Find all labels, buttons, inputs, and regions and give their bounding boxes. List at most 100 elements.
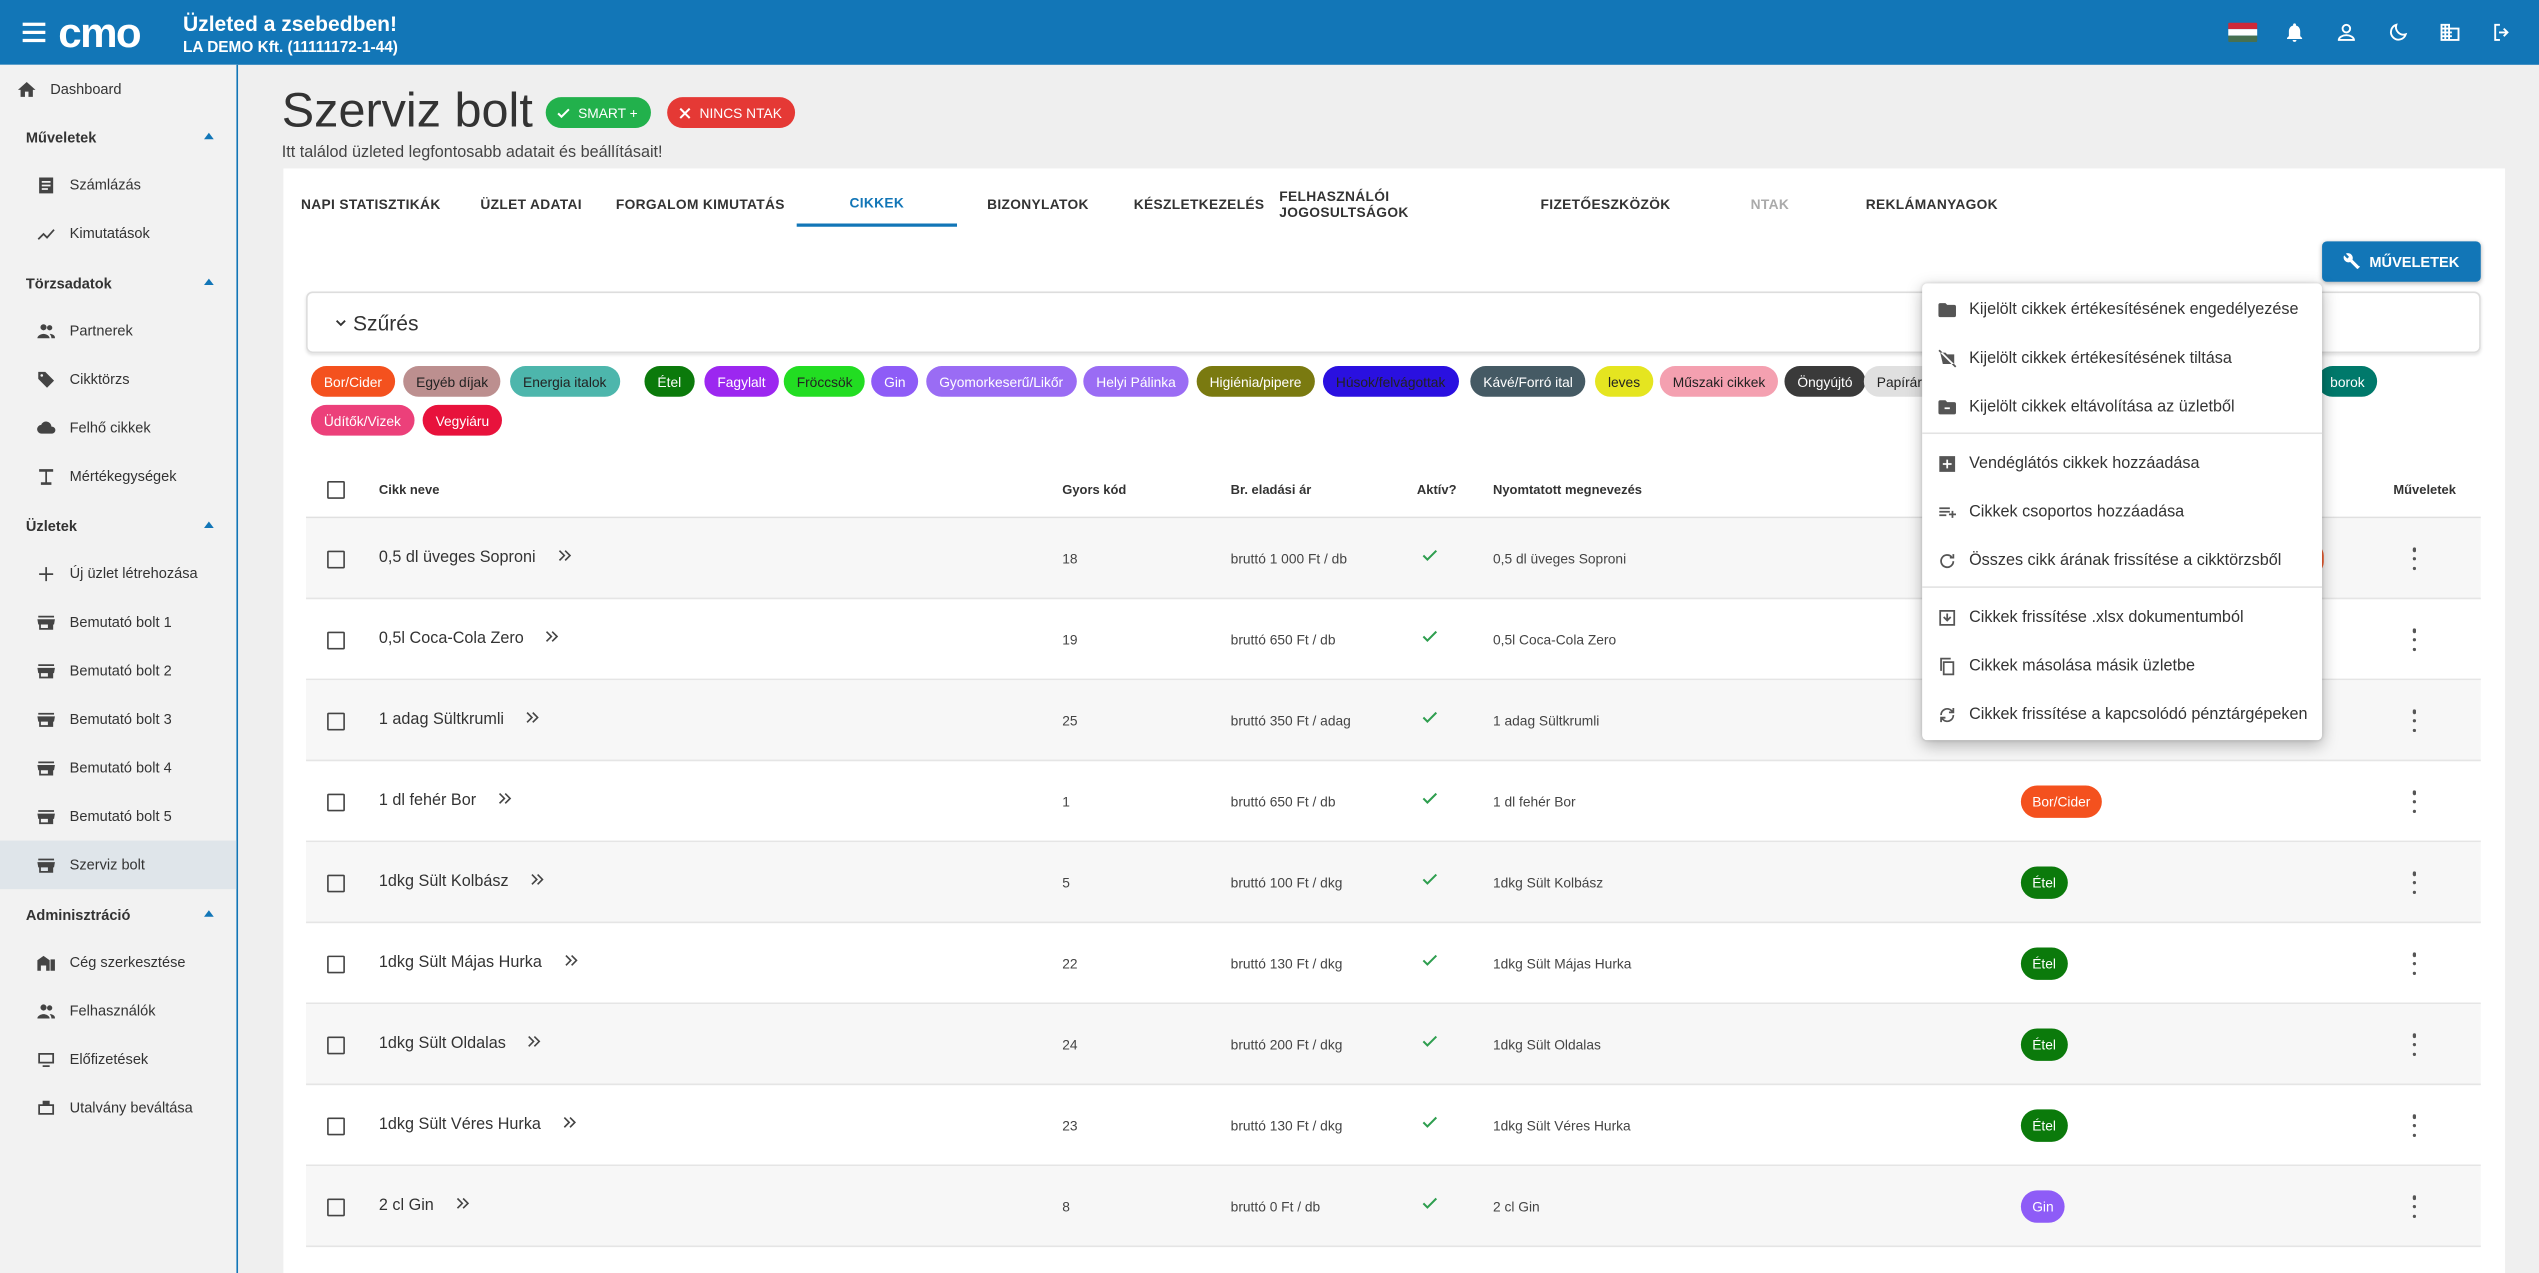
category-chip[interactable]: Húsok/felvágottak: [1322, 366, 1459, 397]
table-row[interactable]: 1dkg Sült Májas Hurka 22 bruttó 130 Ft / d…: [306, 923, 2481, 1005]
more-vert-icon[interactable]: [2411, 1114, 2417, 1137]
more-vert-icon[interactable]: [2411, 871, 2417, 895]
tab-7[interactable]: FIZETŐESZKÖZÖK: [1514, 181, 1697, 226]
tab-1[interactable]: ÜZLET ADATAI: [458, 181, 604, 226]
sidebar-item-3-3[interactable]: Utalvány beváltása: [0, 1084, 236, 1133]
dark-mode-icon[interactable]: [2384, 18, 2413, 47]
row-checkbox[interactable]: [327, 712, 345, 731]
sidebar-item-2-6[interactable]: Szerviz bolt: [0, 840, 237, 890]
expand-double-chevron-icon[interactable]: [562, 951, 581, 974]
category-chip[interactable]: Gyomorkeserű/Likőr: [926, 366, 1077, 397]
bell-icon[interactable]: [2280, 18, 2309, 47]
category-chip[interactable]: Étel: [644, 366, 695, 397]
category-chip[interactable]: Kávé/Forró ital: [1470, 366, 1586, 397]
sidebar-item-1-1[interactable]: Cikktörzs: [0, 355, 236, 404]
expand-double-chevron-icon[interactable]: [560, 1113, 579, 1136]
row-checkbox[interactable]: [327, 1036, 345, 1055]
building-icon[interactable]: [2435, 18, 2464, 47]
category-chip[interactable]: Üdítők/Vizek: [310, 404, 414, 436]
row-checkbox[interactable]: [327, 955, 345, 974]
sidebar-item-2-1[interactable]: Bemutató bolt 1: [0, 598, 236, 647]
category-chip[interactable]: Fagylalt: [704, 366, 779, 397]
row-checkbox[interactable]: [327, 631, 345, 650]
more-vert-icon[interactable]: [2411, 790, 2417, 814]
expand-double-chevron-icon[interactable]: [528, 870, 547, 893]
col-header-price[interactable]: Br. eladási ár: [1231, 483, 1312, 498]
sidebar-item-3-0[interactable]: Cég szerkesztése: [0, 938, 236, 987]
category-chip[interactable]: Helyi Pálinka: [1083, 366, 1189, 397]
sidebar-item-dashboard[interactable]: Dashboard: [0, 65, 236, 114]
table-row[interactable]: 1dkg Sült Kolbász 5 bruttó 100 Ft / dkg 1dk…: [306, 842, 2481, 924]
sidebar-item-1-2[interactable]: Felhő cikkek: [0, 403, 236, 452]
category-chip[interactable]: Bor/Cider: [310, 366, 395, 397]
sidebar-item-0-1[interactable]: Kimutatások: [0, 209, 236, 258]
menu-item-7[interactable]: Cikkek másolása másik üzletbe: [1922, 641, 2322, 690]
category-chip[interactable]: Öngyújtó: [1784, 366, 1866, 397]
tab-6[interactable]: FELHASZNÁLÓI JOGOSULTSÁGOK: [1279, 181, 1514, 226]
sidebar-item-2-4[interactable]: Bemutató bolt 4: [0, 743, 236, 792]
expand-double-chevron-icon[interactable]: [523, 708, 542, 731]
more-vert-icon[interactable]: [2411, 628, 2417, 652]
cmo-logo[interactable]: cmo: [58, 10, 141, 55]
sidebar-item-1-3[interactable]: Mértékegységek: [0, 452, 236, 501]
sidebar-section-0[interactable]: Műveletek: [26, 130, 214, 146]
category-chip[interactable]: Egyéb díjak: [403, 366, 502, 397]
tab-9[interactable]: REKLÁMANYAGOK: [1843, 181, 2021, 226]
expand-double-chevron-icon[interactable]: [542, 627, 561, 650]
tab-0[interactable]: NAPI STATISZTIKÁK: [283, 181, 458, 226]
row-checkbox[interactable]: [327, 1198, 345, 1217]
tab-5[interactable]: KÉSZLETKEZELÉS: [1119, 181, 1279, 226]
category-chip[interactable]: Higiénia/pipere: [1196, 366, 1315, 397]
menu-item-8[interactable]: Cikkek frissítése a kapcsolódó pénztárgé…: [1922, 690, 2322, 739]
language-flag-icon[interactable]: [2228, 18, 2258, 47]
menu-item-1[interactable]: Kijelölt cikkek értékesítésének tiltása: [1922, 334, 2322, 383]
menu-item-5[interactable]: Összes cikk árának frissítése a cikktörz…: [1922, 536, 2322, 585]
category-chip[interactable]: Energia italok: [510, 366, 620, 397]
sidebar-item-1-0[interactable]: Partnerek: [0, 306, 236, 355]
logout-icon[interactable]: [2487, 18, 2516, 47]
table-row[interactable]: 1dkg Sült Oldalas 24 bruttó 200 Ft / dkg 1d…: [306, 1004, 2481, 1086]
tab-3[interactable]: CIKKEK: [796, 181, 958, 227]
sidebar-item-0-0[interactable]: Számlázás: [0, 160, 236, 209]
expand-double-chevron-icon[interactable]: [496, 789, 515, 812]
expand-double-chevron-icon[interactable]: [555, 546, 574, 569]
sidebar-item-3-1[interactable]: Felhasználók: [0, 986, 236, 1035]
expand-double-chevron-icon[interactable]: [453, 1194, 472, 1217]
more-vert-icon[interactable]: [2411, 1195, 2417, 1218]
row-checkbox[interactable]: [327, 874, 345, 893]
account-icon[interactable]: [2332, 18, 2361, 47]
expand-double-chevron-icon[interactable]: [525, 1032, 544, 1055]
table-row[interactable]: 1dkg Sült Véres Hurka 23 bruttó 130 Ft / d…: [306, 1085, 2481, 1167]
filter-toggle[interactable]: Szűrés: [334, 311, 419, 335]
more-vert-icon[interactable]: [2411, 709, 2417, 733]
menu-item-6[interactable]: Cikkek frissítése .xlsx dokumentumból: [1922, 593, 2322, 642]
sidebar-item-2-2[interactable]: Bemutató bolt 2: [0, 646, 236, 695]
more-vert-icon[interactable]: [2411, 952, 2417, 975]
sidebar-section-3[interactable]: Adminisztráció: [26, 907, 214, 923]
tab-2[interactable]: FORGALOM KIMUTATÁS: [604, 181, 797, 226]
sidebar-section-1[interactable]: Törzsadatok: [26, 275, 214, 292]
tab-8[interactable]: NTAK: [1697, 181, 1843, 226]
sidebar-section-2[interactable]: Üzletek: [26, 518, 214, 534]
sidebar-item-2-5[interactable]: Bemutató bolt 5: [0, 792, 236, 841]
col-header-printed[interactable]: Nyomtatott megnevezés: [1493, 483, 1642, 498]
category-chip[interactable]: Műszaki cikkek: [1659, 366, 1779, 397]
category-chip[interactable]: leves: [1595, 366, 1654, 397]
category-chip[interactable]: Vegyiáru: [422, 404, 503, 436]
more-vert-icon[interactable]: [2411, 1033, 2417, 1056]
row-checkbox[interactable]: [327, 550, 345, 569]
category-chip[interactable]: Gin: [871, 366, 919, 397]
col-header-active[interactable]: Aktív?: [1417, 483, 1457, 498]
row-checkbox[interactable]: [327, 1117, 345, 1136]
more-vert-icon[interactable]: [2411, 547, 2417, 571]
row-checkbox[interactable]: [327, 793, 345, 812]
col-header-name[interactable]: Cikk neve: [379, 483, 439, 498]
hamburger-menu-icon[interactable]: [22, 19, 46, 45]
category-chip[interactable]: Fröccsök: [783, 366, 866, 397]
col-header-code[interactable]: Gyors kód: [1062, 483, 1126, 498]
sidebar-item-2-0[interactable]: Új üzlet létrehozása: [0, 549, 236, 598]
menu-item-2[interactable]: Kijelölt cikkek eltávolítása az üzletből: [1922, 382, 2322, 431]
table-row[interactable]: 1 dl fehér Bor 1 bruttó 650 Ft / db 1 dl fe…: [306, 761, 2481, 843]
menu-item-3[interactable]: Vendéglátós cikkek hozzáadása: [1922, 439, 2322, 488]
tab-4[interactable]: BIZONYLATOK: [957, 181, 1119, 226]
